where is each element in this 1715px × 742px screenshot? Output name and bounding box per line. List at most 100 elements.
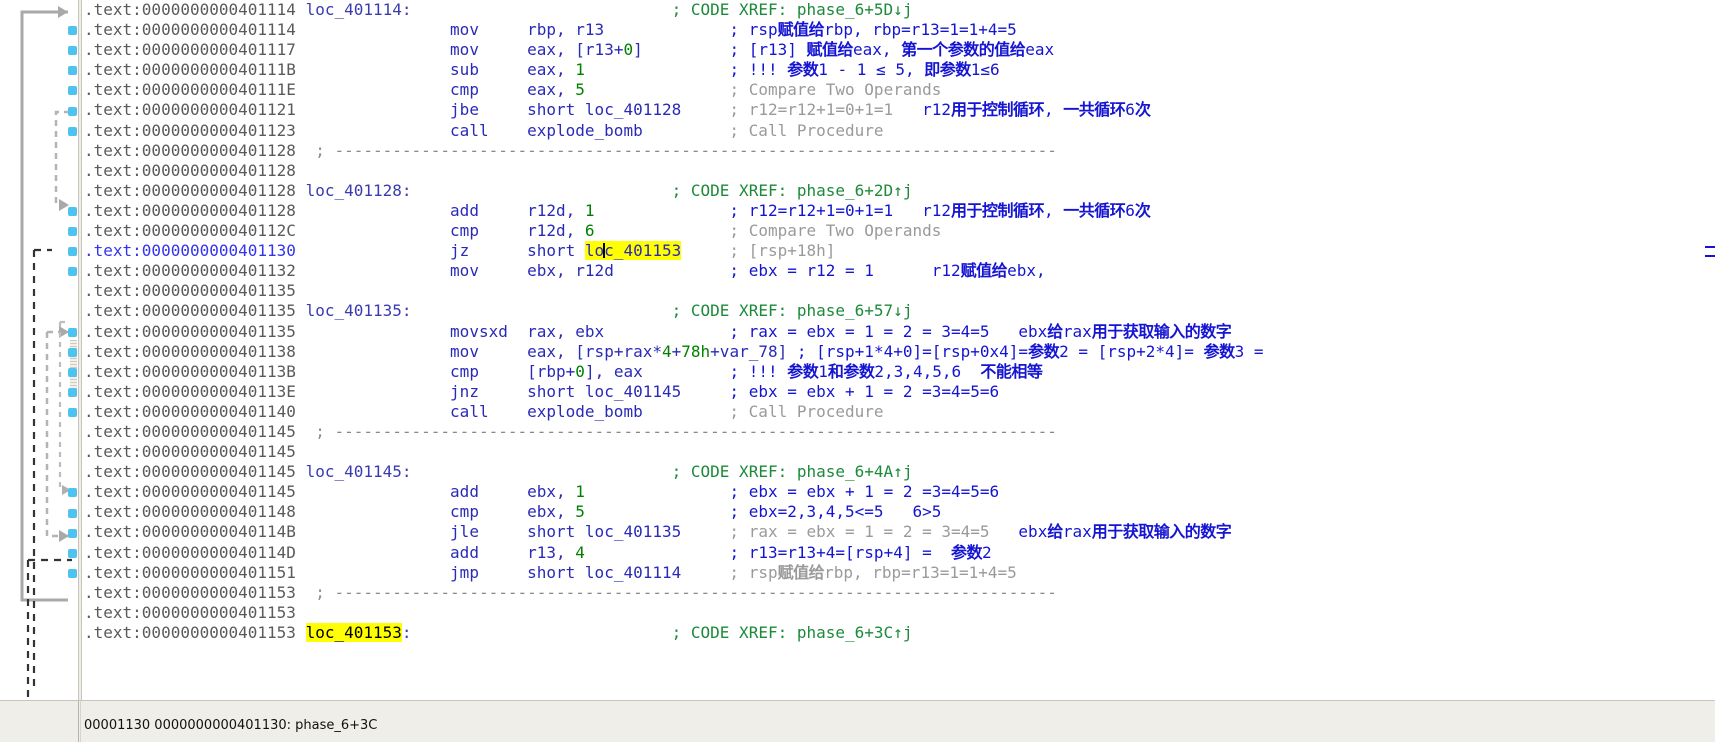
disassembly-text-pane[interactable]: .text:0000000000401114 loc_401114: ; COD… xyxy=(84,0,1715,700)
instruction-mnemonic[interactable]: jle xyxy=(450,522,479,541)
instruction-mnemonic[interactable]: movsxd xyxy=(450,322,508,341)
disasm-line[interactable]: .text:0000000000401114 loc_401114: ; COD… xyxy=(84,0,1715,20)
line-marker-dot[interactable] xyxy=(68,247,77,256)
line-marker-dot[interactable] xyxy=(68,26,77,35)
disasm-line[interactable]: .text:000000000040111E cmp eax, 5 ; Comp… xyxy=(84,80,1715,100)
disasm-line[interactable]: .text:0000000000401128 add r12d, 1 ; r12… xyxy=(84,201,1715,221)
disasm-line[interactable]: .text:0000000000401135 movsxd rax, ebx ;… xyxy=(84,322,1715,342)
disasm-line[interactable]: .text:0000000000401114 mov rbp, r13 ; rs… xyxy=(84,20,1715,40)
line-marker-dot[interactable] xyxy=(68,348,77,357)
line-comment[interactable]: ; CODE XREF: phase_6+57↓j xyxy=(672,301,913,320)
disasm-line[interactable]: .text:0000000000401145 ; ---------------… xyxy=(84,422,1715,442)
instruction-operands[interactable]: short loc_401153 xyxy=(527,241,682,261)
disasm-line[interactable]: .text:0000000000401145 loc_401145: ; COD… xyxy=(84,462,1715,482)
instruction-mnemonic[interactable]: mov xyxy=(450,342,479,361)
disasm-line[interactable]: .text:000000000040114B jle short loc_401… xyxy=(84,522,1715,542)
line-comment[interactable]: ; !!! 参数1 - 1 ≤ 5, 即参数1≤6 xyxy=(729,60,999,79)
code-label[interactable]: loc_401153: xyxy=(305,622,412,642)
instruction-mnemonic[interactable]: cmp xyxy=(450,502,479,521)
instruction-operands[interactable]: ebx, 1 xyxy=(527,482,585,501)
line-marker-dot[interactable] xyxy=(68,107,77,116)
line-marker-dot[interactable] xyxy=(68,549,77,558)
line-comment[interactable]: ; ebx=2,3,4,5<=5 6>5 xyxy=(729,502,941,521)
disasm-line[interactable]: .text:0000000000401153 ; ---------------… xyxy=(84,583,1715,603)
instruction-operands[interactable]: ebx, r12d xyxy=(527,261,614,280)
instruction-operands[interactable]: [rbp+0], eax xyxy=(527,362,643,381)
instruction-mnemonic[interactable]: add xyxy=(450,482,479,501)
instruction-mnemonic[interactable]: mov xyxy=(450,20,479,39)
line-marker-dot[interactable] xyxy=(68,66,77,75)
line-comment[interactable]: ; rsp赋值给rbp, rbp=r13=1=1+4=5 xyxy=(729,563,1016,582)
line-marker-dot[interactable] xyxy=(68,569,77,578)
instruction-mnemonic[interactable]: cmp xyxy=(450,221,479,240)
line-comment[interactable]: ; r12=r12+1=0+1=1 r12用于控制循环, 一共循环6次 xyxy=(729,100,1151,119)
line-comment[interactable]: ; r13=r13+4=[rsp+4] = 参数2 xyxy=(729,543,991,562)
code-label[interactable]: loc_401135: xyxy=(306,301,412,320)
disasm-line[interactable]: .text:0000000000401128 xyxy=(84,161,1715,181)
line-comment[interactable]: ; Compare Two Operands xyxy=(729,221,941,240)
line-comment[interactable]: ; Call Procedure xyxy=(729,121,883,140)
instruction-mnemonic[interactable]: cmp xyxy=(450,362,479,381)
disasm-line[interactable]: .text:0000000000401135 loc_401135: ; COD… xyxy=(84,301,1715,321)
line-marker-dot[interactable] xyxy=(68,509,77,518)
disasm-line[interactable]: .text:0000000000401140 call explode_bomb… xyxy=(84,402,1715,422)
line-comment[interactable]: ; [r13] 赋值给eax, 第一个参数的值给eax xyxy=(729,40,1054,59)
disasm-line[interactable]: .text:0000000000401130 jz short loc_4011… xyxy=(84,241,1715,261)
line-marker-dot[interactable] xyxy=(68,488,77,497)
instruction-operands[interactable]: explode_bomb xyxy=(527,402,643,421)
instruction-mnemonic[interactable]: cmp xyxy=(450,80,479,99)
line-marker-dot[interactable] xyxy=(68,127,77,136)
instruction-operands[interactable]: short loc_401135 xyxy=(527,522,681,541)
disasm-line[interactable]: .text:000000000040113E jnz short loc_401… xyxy=(84,382,1715,402)
line-marker-dot[interactable] xyxy=(68,408,77,417)
disasm-line[interactable]: .text:0000000000401151 jmp short loc_401… xyxy=(84,563,1715,583)
instruction-mnemonic[interactable]: mov xyxy=(450,40,479,59)
instruction-mnemonic[interactable]: jbe xyxy=(450,100,479,119)
disasm-line[interactable]: .text:000000000040113B cmp [rbp+0], eax … xyxy=(84,362,1715,382)
disasm-line[interactable]: .text:000000000040111B sub eax, 1 ; !!! … xyxy=(84,60,1715,80)
disasm-line[interactable]: .text:0000000000401135 xyxy=(84,281,1715,301)
disasm-line[interactable]: .text:000000000040112C cmp r12d, 6 ; Com… xyxy=(84,221,1715,241)
line-marker-dot[interactable] xyxy=(68,328,77,337)
instruction-operands[interactable]: r12d, 6 xyxy=(527,221,594,240)
line-comment[interactable]: ; CODE XREF: phase_6+2D↑j xyxy=(672,181,913,200)
instruction-operands[interactable]: short loc_401114 xyxy=(527,563,681,582)
instruction-operands[interactable]: eax, [r13+0] xyxy=(527,40,643,59)
line-comment[interactable]: ; ebx = ebx + 1 = 2 =3=4=5=6 xyxy=(729,482,999,501)
line-comment[interactable]: ; !!! 参数1和参数2,3,4,5,6 不能相等 xyxy=(729,362,1042,381)
disasm-line[interactable]: .text:0000000000401128 loc_401128: ; COD… xyxy=(84,181,1715,201)
line-comment[interactable]: ; r12=r12+1=0+1=1 r12用于控制循环, 一共循环6次 xyxy=(729,201,1151,220)
instruction-operands[interactable]: rax, ebx xyxy=(527,322,604,341)
instruction-operands[interactable]: eax, [rsp+rax*4+78h+var_78] xyxy=(527,342,787,361)
disasm-line[interactable]: .text:0000000000401153 xyxy=(84,603,1715,623)
line-comment[interactable]: ; CODE XREF: phase_6+5D↓j xyxy=(672,0,913,19)
code-label[interactable]: loc_401128: xyxy=(306,181,412,200)
line-marker-dot[interactable] xyxy=(68,207,77,216)
disasm-line[interactable]: .text:0000000000401128 ; ---------------… xyxy=(84,141,1715,161)
line-comment[interactable]: ; CODE XREF: phase_6+4A↑j xyxy=(672,462,913,481)
disasm-line[interactable]: .text:0000000000401153 loc_401153: ; COD… xyxy=(84,622,1715,643)
instruction-operands[interactable]: ebx, 5 xyxy=(527,502,585,521)
instruction-operands[interactable]: short loc_401145 xyxy=(527,382,681,401)
instruction-mnemonic[interactable]: sub xyxy=(450,60,479,79)
line-comment[interactable]: ; ebx = ebx + 1 = 2 =3=4=5=6 xyxy=(729,382,999,401)
disasm-line[interactable]: .text:0000000000401138 mov eax, [rsp+rax… xyxy=(84,342,1715,362)
instruction-mnemonic[interactable]: jz xyxy=(450,241,469,260)
disasm-line[interactable]: .text:000000000040114D add r13, 4 ; r13=… xyxy=(84,543,1715,563)
line-marker-dot[interactable] xyxy=(68,86,77,95)
instruction-operands[interactable]: r12d, 1 xyxy=(527,201,594,220)
line-comment[interactable]: ; [rsp+1*4+0]=[rsp+0x4]=参数2 = [rsp+2*4]=… xyxy=(797,342,1264,361)
instruction-mnemonic[interactable]: jmp xyxy=(450,563,479,582)
line-comment[interactable]: ; [rsp+18h] xyxy=(729,241,835,260)
line-marker-dot[interactable] xyxy=(68,46,77,55)
line-comment[interactable]: ; ebx = r12 = 1 r12赋值给ebx, xyxy=(729,261,1045,280)
line-comment[interactable]: ; Compare Two Operands xyxy=(729,80,941,99)
instruction-mnemonic[interactable]: call xyxy=(450,402,489,421)
instruction-operands[interactable]: eax, 1 xyxy=(527,60,585,79)
code-label[interactable]: loc_401145: xyxy=(306,462,412,481)
line-comment[interactable]: ; rsp赋值给rbp, rbp=r13=1=1+4=5 xyxy=(729,20,1016,39)
instruction-operands[interactable]: explode_bomb xyxy=(527,121,643,140)
disasm-line[interactable]: .text:0000000000401117 mov eax, [r13+0] … xyxy=(84,40,1715,60)
instruction-mnemonic[interactable]: call xyxy=(450,121,489,140)
line-marker-dot[interactable] xyxy=(68,227,77,236)
